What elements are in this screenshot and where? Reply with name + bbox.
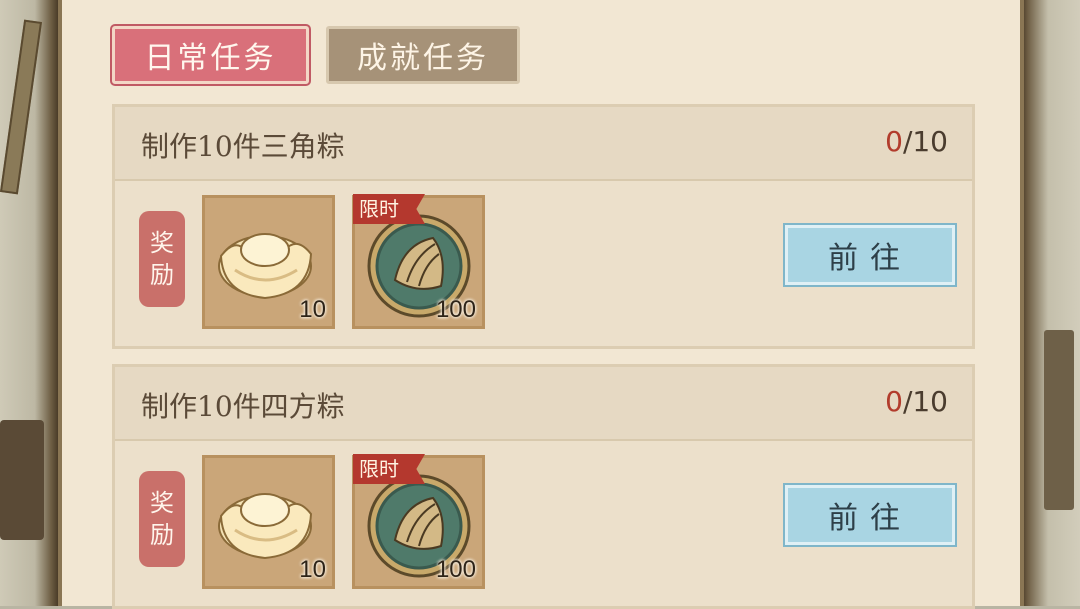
reward-quantity: 10	[299, 556, 326, 583]
reward-label-char: 励	[150, 261, 174, 289]
go-button[interactable]: 前往	[785, 225, 955, 285]
reward-label-char: 奖	[150, 229, 174, 257]
task-panel: 日常任务 成就任务 制作10件三角粽 0/10 奖 励 10 限时 100 前往…	[58, 0, 1024, 609]
background-post	[1044, 330, 1074, 510]
reward-quantity: 100	[435, 296, 476, 323]
reward-item-zongzi-coin[interactable]: 限时 100	[352, 194, 485, 329]
background-base	[0, 420, 44, 540]
limited-time-tag: 限时	[353, 454, 425, 484]
task-progress: 0/10	[885, 385, 948, 418]
reward-quantity: 10	[299, 296, 326, 323]
reward-quantity: 100	[435, 556, 476, 583]
task-title: 制作10件四方粽	[141, 390, 345, 423]
reward-item-gold-ingot[interactable]: 10	[202, 195, 335, 329]
task-card: 制作10件四方粽 0/10 奖 励 10 限时 100 前往	[112, 364, 975, 609]
task-progress: 0/10	[885, 125, 948, 158]
background-left	[0, 0, 58, 606]
reward-label: 奖 励	[139, 211, 185, 307]
progress-total: /10	[902, 385, 948, 418]
progress-total: /10	[902, 125, 948, 158]
progress-current: 0	[885, 385, 903, 418]
background-pole	[0, 19, 43, 195]
reward-item-zongzi-coin[interactable]: 限时 100	[352, 454, 485, 589]
task-card: 制作10件三角粽 0/10 奖 励 10 限时 100 前往	[112, 104, 975, 349]
tab-daily-tasks[interactable]: 日常任务	[112, 26, 309, 84]
task-title: 制作10件三角粽	[141, 130, 345, 163]
task-header: 制作10件三角粽 0/10	[115, 107, 972, 181]
reward-label: 奖 励	[139, 471, 185, 567]
background-right	[1022, 0, 1080, 606]
reward-label-char: 奖	[150, 489, 174, 517]
reward-item-gold-ingot[interactable]: 10	[202, 455, 335, 589]
tab-achievement-tasks[interactable]: 成就任务	[326, 26, 520, 84]
reward-label-char: 励	[150, 521, 174, 549]
progress-current: 0	[885, 125, 903, 158]
go-button[interactable]: 前往	[785, 485, 955, 545]
task-header: 制作10件四方粽 0/10	[115, 367, 972, 441]
limited-time-tag: 限时	[353, 194, 425, 224]
